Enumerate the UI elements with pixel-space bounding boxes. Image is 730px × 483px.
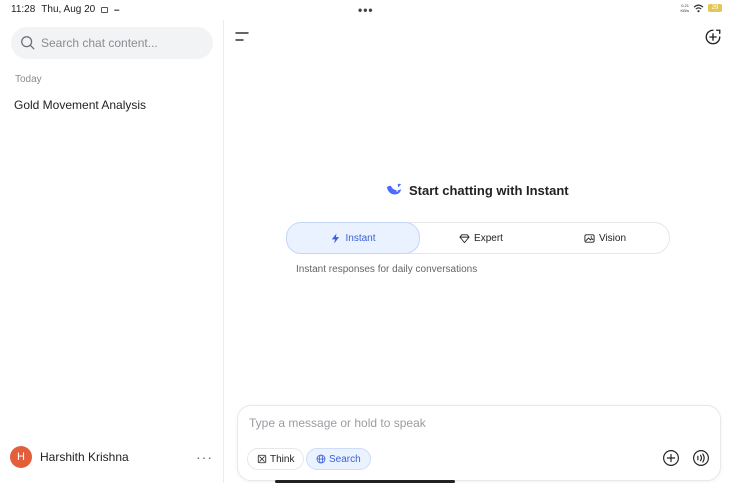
search-box[interactable] <box>11 27 213 59</box>
plus-circle-icon[interactable] <box>662 449 680 467</box>
wifi-icon <box>693 4 704 12</box>
mode-label-instant: Instant <box>345 232 376 244</box>
notification-icon <box>101 6 109 13</box>
whale-icon <box>386 183 402 195</box>
user-profile[interactable]: H Harshith Krishna ··· <box>10 445 215 469</box>
diamond-icon <box>459 233 470 243</box>
avatar[interactable]: H <box>10 446 32 468</box>
new-chat-icon[interactable] <box>704 28 722 46</box>
mode-tab-instant[interactable]: Instant <box>286 222 420 254</box>
more-options-icon[interactable]: ··· <box>196 449 213 465</box>
section-label-today: Today <box>15 74 42 85</box>
globe-icon <box>316 454 326 464</box>
status-left: 11:28 Thu, Aug 20 ▬ <box>11 4 119 15</box>
hero-heading: Start chatting with Instant <box>385 182 569 198</box>
status-date: Thu, Aug 20 <box>41 4 96 15</box>
mode-tab-expert[interactable]: Expert <box>421 223 541 253</box>
search-input[interactable] <box>41 36 201 50</box>
battery-icon: 29 <box>708 4 722 12</box>
sidebar: Today Gold Movement Analysis H Harshith … <box>0 20 224 483</box>
hero-title: Start chatting with Instant <box>409 182 569 198</box>
search-icon <box>21 36 35 50</box>
image-icon <box>584 233 595 243</box>
mode-description: Instant responses for daily conversation… <box>296 264 478 275</box>
mode-label-expert: Expert <box>474 232 503 244</box>
bolt-icon <box>332 232 340 244</box>
net-speed-unit: KB/s <box>680 8 689 13</box>
multitask-dots[interactable]: ••• <box>358 3 374 17</box>
search-toggle-button[interactable]: Search <box>306 448 371 470</box>
net-speed: 0.21 KB/s <box>681 3 689 13</box>
status-time: 11:28 <box>11 4 36 15</box>
status-bar: 11:28 Thu, Aug 20 ▬ ••• 0.21 KB/s 29 <box>0 0 730 20</box>
think-label: Think <box>270 453 295 465</box>
think-button[interactable]: Think <box>247 448 305 470</box>
message-input[interactable] <box>249 416 709 430</box>
user-name: Harshith Krishna <box>40 450 129 464</box>
mode-selector: Instant Expert Vision <box>286 222 670 254</box>
search-label: Search <box>329 453 361 465</box>
atom-icon <box>257 454 267 464</box>
voice-icon[interactable] <box>692 449 710 467</box>
status-right: 0.21 KB/s 29 <box>681 3 722 13</box>
mail-icon: ▬ <box>114 6 120 13</box>
menu-icon[interactable] <box>235 30 251 44</box>
chat-history-item[interactable]: Gold Movement Analysis <box>14 98 146 112</box>
main-panel: Start chatting with Instant Instant Expe… <box>225 20 730 483</box>
mode-label-vision: Vision <box>598 232 627 244</box>
message-composer: Think Search <box>237 405 721 481</box>
mode-tab-vision[interactable]: Vision <box>541 223 669 253</box>
